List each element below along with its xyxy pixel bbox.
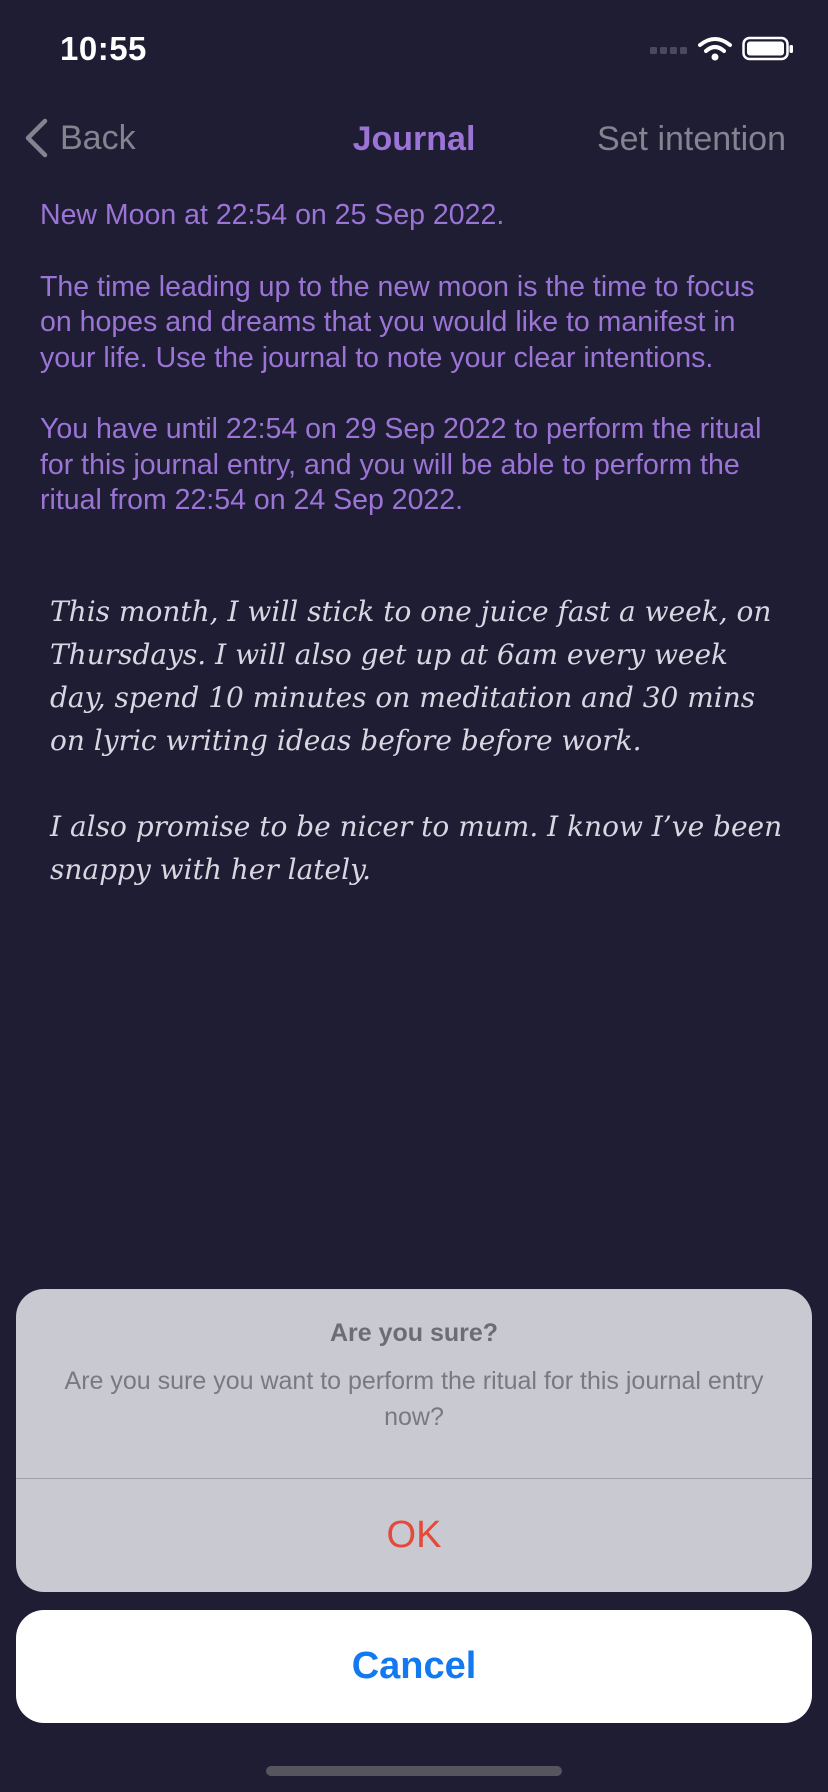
guidance-text: The time leading up to the new moon is t… bbox=[40, 270, 755, 374]
journal-paragraph: This month, I will stick to one juice fa… bbox=[50, 595, 772, 757]
alert-title: Are you sure? bbox=[329, 1319, 499, 1347]
ok-button[interactable]: OK bbox=[16, 1479, 812, 1592]
home-indicator bbox=[266, 1766, 562, 1776]
status-time: 10:55 bbox=[60, 30, 147, 67]
journal-entry-text[interactable]: This month, I will stick to one juice fa… bbox=[50, 590, 790, 934]
wifi-icon bbox=[698, 37, 732, 61]
journal-paragraph: I also promise to be nicer to mum. I kno… bbox=[50, 810, 783, 886]
navigation-bar: Back Journal Set intention bbox=[0, 100, 828, 180]
set-intention-button[interactable]: Set intention bbox=[597, 120, 786, 159]
status-bar: 10:55 bbox=[0, 0, 828, 100]
status-icons bbox=[650, 36, 794, 62]
cellular-signal-icon bbox=[650, 47, 687, 54]
cancel-button[interactable]: Cancel bbox=[16, 1610, 812, 1723]
ritual-window-text: You have until 22:54 on 29 Sep 2022 to p… bbox=[40, 413, 762, 516]
confirmation-alert: Are you sure? Are you sure you want to p… bbox=[16, 1289, 812, 1592]
moon-info: New Moon at 22:54 on 25 Sep 2022. The ti… bbox=[40, 198, 792, 555]
moon-phase-text: New Moon at 22:54 on 25 Sep 2022. bbox=[40, 199, 505, 231]
alert-message: Are you sure you want to perform the rit… bbox=[64, 1367, 764, 1431]
battery-icon bbox=[742, 36, 793, 61]
